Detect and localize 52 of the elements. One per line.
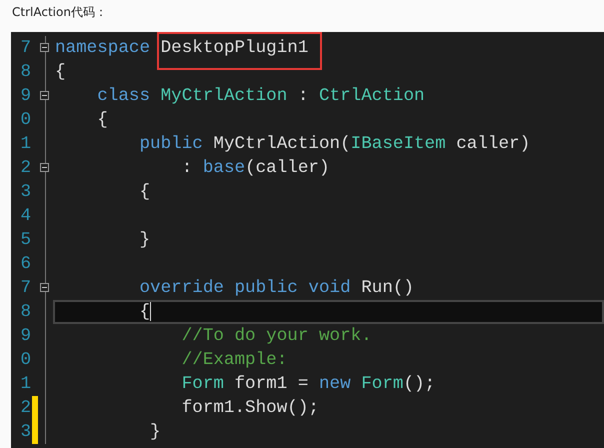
text-caret: [150, 301, 152, 322]
code-token: class: [97, 86, 150, 106]
code-token: base: [202, 158, 246, 178]
line-number: 6: [20, 253, 31, 276]
code-token: IBaseItem: [350, 134, 446, 154]
line-number: 8: [20, 61, 31, 84]
code-token: MyCtrlAction(: [213, 134, 351, 154]
code-token: CtrlAction: [318, 86, 425, 106]
code-token: :: [182, 158, 194, 178]
code-token: {: [139, 182, 150, 202]
line-number: 3: [20, 181, 31, 204]
code-comment: //To do your work.: [182, 326, 372, 346]
collapse-icon[interactable]: [40, 43, 49, 52]
line-number: 2: [20, 157, 31, 180]
line-number: 1: [20, 373, 31, 396]
code-token: new: [318, 374, 351, 394]
line-number: 3: [20, 421, 31, 444]
line-number: 0: [20, 109, 31, 132]
code-token: :: [298, 86, 310, 106]
code-token: caller): [456, 134, 530, 154]
line-number: 7: [20, 37, 31, 60]
code-token: {: [55, 62, 66, 82]
code-token: override public void: [139, 278, 351, 298]
line-number: 7: [20, 277, 31, 300]
code-comment: //Example:: [182, 350, 288, 370]
code-token: public: [139, 134, 203, 154]
line-number: 9: [20, 85, 31, 108]
line-number: 5: [20, 229, 31, 252]
code-token: Form: [182, 374, 224, 394]
code-token: }: [139, 230, 150, 250]
code-token: {: [139, 302, 150, 322]
code-token: MyCtrlAction: [160, 86, 288, 106]
code-token: ();: [403, 374, 436, 394]
code-token: namespace: [55, 38, 150, 58]
collapse-icon[interactable]: [40, 91, 49, 100]
code-token: Run(): [361, 278, 414, 298]
caption: CtrlAction代码：: [11, 4, 108, 21]
code-token: {: [97, 110, 108, 130]
code-token: DesktopPlugin1: [160, 38, 308, 58]
code-token: form1 =: [234, 374, 310, 394]
code-token: Form: [361, 374, 404, 394]
line-number: 1: [20, 133, 31, 156]
line-number: 2: [20, 397, 31, 420]
line-number: 0: [20, 349, 31, 372]
code-token: (caller): [245, 158, 330, 178]
code-token: }: [150, 422, 161, 442]
line-number: 4: [20, 205, 31, 228]
line-number: 9: [20, 325, 31, 348]
collapse-icon[interactable]: [40, 283, 49, 292]
line-number: 8: [20, 301, 31, 324]
collapse-icon[interactable]: [40, 163, 49, 172]
code-token: form1.Show();: [182, 398, 319, 418]
